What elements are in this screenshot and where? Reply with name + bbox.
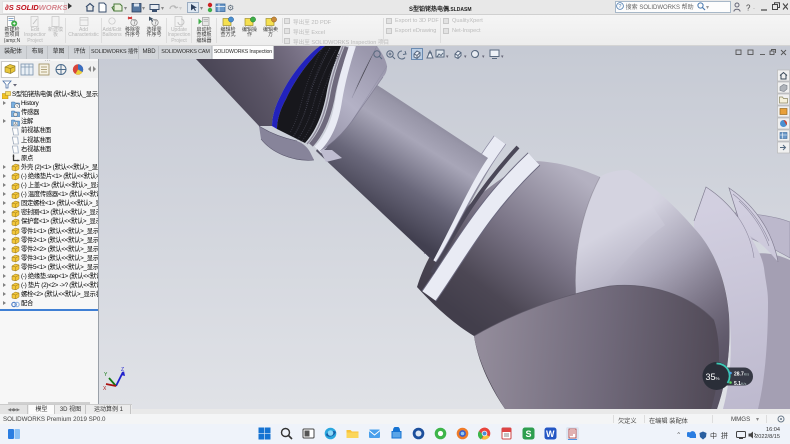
svg-text:▾: ▾ [142,6,145,12]
svg-text:7: 7 [154,21,157,27]
svg-text:⚙: ⚙ [227,4,234,13]
svg-text:?: ? [746,4,751,13]
svg-text:▾: ▾ [200,6,203,12]
svg-text:▾: ▾ [124,6,127,12]
svg-text:Z: Z [121,367,124,373]
svg-text:▾: ▾ [161,6,164,12]
svg-text:W: W [546,429,555,439]
svg-text:▾: ▾ [179,6,182,12]
svg-text:?: ? [618,4,621,10]
svg-text:S: S [526,429,532,439]
svg-text:·: · [753,6,755,12]
svg-text:7: 7 [133,21,136,27]
